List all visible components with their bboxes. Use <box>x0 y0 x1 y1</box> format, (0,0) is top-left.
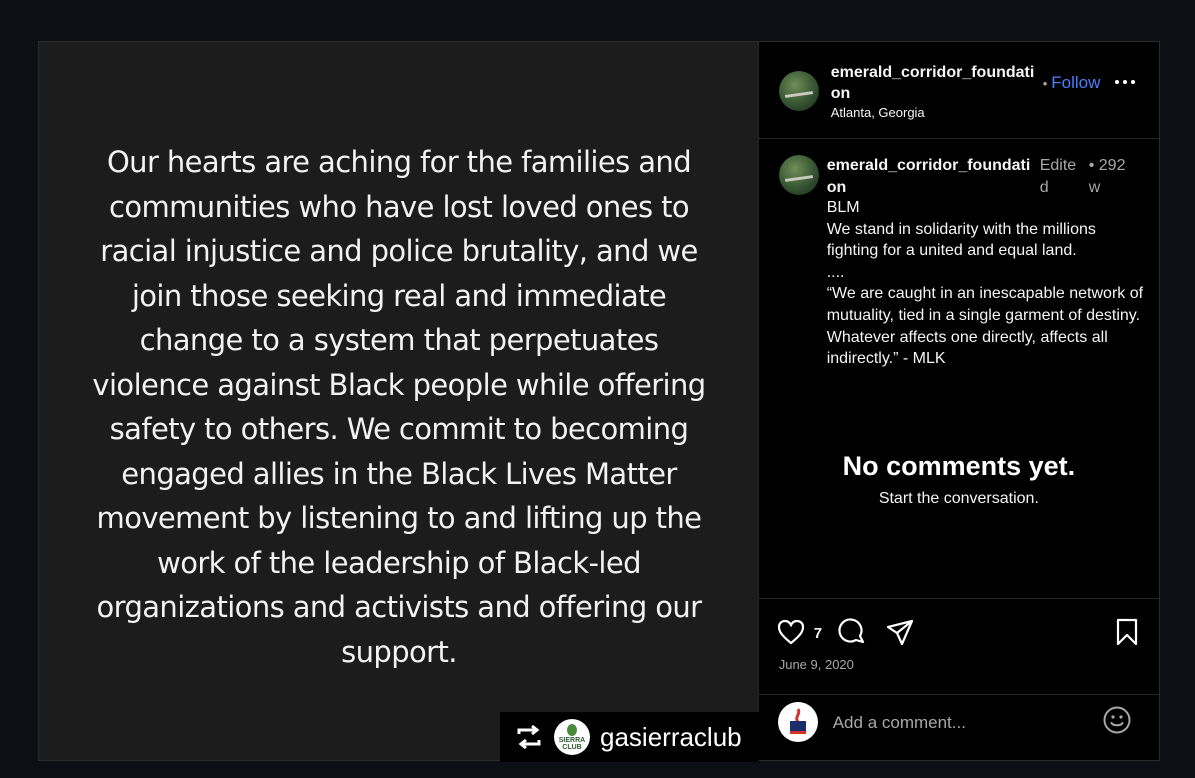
media-quote-text: Our hearts are aching for the families a… <box>92 145 706 669</box>
empty-comments: No comments yet. Start the conversation. <box>759 451 1159 508</box>
action-bar: 7 June 9, 2020 <box>758 599 1159 695</box>
post-header: emerald_corridor_foundation Atlanta, Geo… <box>758 42 1159 139</box>
owner-username[interactable]: emerald_corridor_foundation <box>831 62 1041 104</box>
post-date[interactable]: June 9, 2020 <box>779 657 854 672</box>
comment-icon[interactable] <box>837 617 867 647</box>
caption-text: BLM We stand in solidarity with the mill… <box>827 197 1147 370</box>
share-icon[interactable] <box>885 617 915 647</box>
owner-avatar[interactable] <box>778 71 819 111</box>
edited-label: Edited <box>1039 157 1077 196</box>
caption-line: .... <box>826 263 845 281</box>
caption-username[interactable]: emerald_corridor_foundation <box>827 155 1033 199</box>
sierra-club-logo: SIERRA CLUB <box>554 719 590 755</box>
caption-line: “We are caught in an inescapable network… <box>826 285 1144 368</box>
emoji-icon[interactable] <box>1102 705 1132 735</box>
bookmark-icon[interactable] <box>1112 617 1142 647</box>
follow-button[interactable]: Follow <box>1051 73 1100 92</box>
more-icon[interactable] <box>1114 80 1135 84</box>
post-sidebar: emerald_corridor_foundation Atlanta, Geo… <box>757 42 1159 760</box>
post-location[interactable]: Atlanta, Georgia <box>831 105 925 120</box>
caption-avatar[interactable] <box>778 155 819 195</box>
comment-composer <box>759 695 1159 760</box>
repost-attribution[interactable]: SIERRA CLUB gasierraclub <box>500 712 759 762</box>
repost-icon <box>514 722 544 752</box>
time-ago[interactable]: 292w <box>1089 157 1126 196</box>
like-count[interactable]: 7 <box>814 625 822 642</box>
comment-input[interactable] <box>830 709 1085 737</box>
current-user-avatar <box>777 702 818 742</box>
caption-line: BLM <box>826 199 860 216</box>
separator-dot: • <box>1042 76 1048 91</box>
heart-icon[interactable] <box>776 617 806 647</box>
follow-group: • Follow <box>1043 73 1101 93</box>
empty-comments-subtitle: Start the conversation. <box>878 490 1039 507</box>
post-modal: Our hearts are aching for the families a… <box>38 41 1160 762</box>
caption-time: • 292w <box>1089 155 1135 199</box>
separator-dot: • <box>1088 157 1095 174</box>
repost-handle[interactable]: gasierraclub <box>600 722 742 753</box>
empty-comments-title: No comments yet. <box>842 451 1076 481</box>
post-media[interactable]: Our hearts are aching for the families a… <box>39 42 759 762</box>
caption-line: We stand in solidarity with the millions… <box>826 220 1096 260</box>
caption-and-comments: emerald_corridor_foundation Edited • 292… <box>758 139 1159 599</box>
